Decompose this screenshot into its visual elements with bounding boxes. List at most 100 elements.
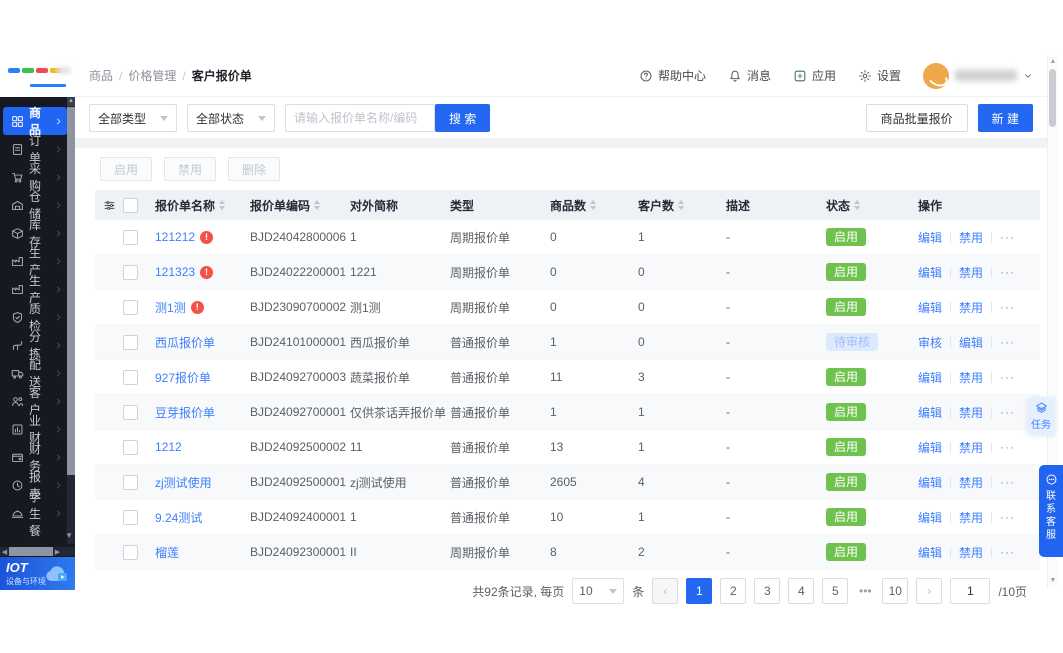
op-编辑-link[interactable]: 编辑 <box>918 299 942 316</box>
status-filter-select[interactable]: 全部状态 <box>187 104 275 132</box>
sidebar-vertical-scrollbar[interactable]: ▲ <box>67 97 75 544</box>
next-page-button[interactable]: › <box>916 578 943 604</box>
scroll-down-icon[interactable]: ▼ <box>65 531 73 540</box>
page-scrollbar-thumb[interactable] <box>1049 69 1056 127</box>
more-actions-icon[interactable]: ··· <box>1000 405 1015 419</box>
table-header-商品数[interactable]: 商品数 <box>550 197 638 214</box>
sidebar-item-生产[interactable]: 生产 <box>3 274 67 305</box>
prev-page-button[interactable]: ‹ <box>652 578 679 604</box>
row-checkbox[interactable] <box>123 474 155 490</box>
op-禁用-link[interactable]: 禁用 <box>959 404 983 421</box>
quote-name-link[interactable]: zj测试使用 <box>155 474 212 491</box>
sidebar-item-分拣[interactable]: 分拣 <box>3 330 67 361</box>
sidebar-item-采购[interactable]: 采购 <box>3 162 67 193</box>
more-actions-icon[interactable]: ··· <box>1000 475 1015 489</box>
row-checkbox[interactable] <box>123 509 155 525</box>
page-button-1[interactable]: 1 <box>686 578 713 604</box>
quote-name-link[interactable]: 1212 <box>155 440 182 454</box>
op-编辑-link[interactable]: 编辑 <box>918 404 942 421</box>
header-action-消息[interactable]: 消息 <box>728 67 771 84</box>
sort-icon[interactable] <box>219 200 226 210</box>
scroll-down-icon[interactable]: ▼ <box>1048 576 1058 586</box>
sidebar-item-商品[interactable]: 商品 <box>3 106 67 137</box>
sidebar-item-配送[interactable]: 配送 <box>3 358 67 389</box>
contact-service-floating-button[interactable]: 联系客服 <box>1039 465 1063 557</box>
table-header-报价单名称[interactable]: 报价单名称 <box>155 197 250 214</box>
sort-icon[interactable] <box>590 200 597 210</box>
op-禁用-link[interactable]: 禁用 <box>959 264 983 281</box>
scroll-left-icon[interactable]: ◀ <box>0 548 9 556</box>
bulk-删除-button[interactable]: 删除 <box>228 157 281 181</box>
more-actions-icon[interactable]: ··· <box>1000 545 1015 559</box>
more-actions-icon[interactable]: ··· <box>1000 335 1015 349</box>
type-filter-select[interactable]: 全部类型 <box>89 104 177 132</box>
more-actions-icon[interactable]: ··· <box>1000 510 1015 524</box>
quote-name-link[interactable]: 测1测 <box>155 299 186 316</box>
bulk-禁用-button[interactable]: 禁用 <box>164 157 217 181</box>
op-编辑-link[interactable]: 编辑 <box>918 229 942 246</box>
row-checkbox[interactable] <box>123 334 155 350</box>
header-action-帮助中心[interactable]: 帮助中心 <box>639 67 706 84</box>
iot-module-banner[interactable]: IOT 设备与环境 <box>0 557 75 590</box>
sort-icon[interactable] <box>678 200 685 210</box>
search-button[interactable]: 搜 索 <box>435 104 491 132</box>
avatar[interactable] <box>923 62 949 89</box>
bulk-启用-button[interactable]: 启用 <box>100 157 153 181</box>
op-禁用-link[interactable]: 禁用 <box>959 474 983 491</box>
row-checkbox[interactable] <box>123 264 155 280</box>
page-button-4[interactable]: 4 <box>788 578 815 604</box>
op-编辑-link[interactable]: 编辑 <box>918 264 942 281</box>
sidebar-item-业财[interactable]: 业财 <box>3 414 67 445</box>
table-header-客户数[interactable]: 客户数 <box>638 197 726 214</box>
quote-name-link[interactable]: 9.24测试 <box>155 509 202 526</box>
header-action-应用[interactable]: 应用 <box>793 67 836 84</box>
sidebar-item-生产[interactable]: 生产 <box>3 246 67 277</box>
sidebar-scrollbar-thumb[interactable] <box>67 107 75 475</box>
more-actions-icon[interactable]: ··· <box>1000 440 1015 454</box>
sidebar-item-仓储[interactable]: 仓储 <box>3 190 67 221</box>
sidebar-item-订单[interactable]: 订单 <box>3 134 67 165</box>
page-button-3[interactable]: 3 <box>754 578 781 604</box>
op-编辑-link[interactable]: 编辑 <box>918 439 942 456</box>
sidebar-item-财务[interactable]: 财务 <box>3 442 67 473</box>
op-禁用-link[interactable]: 禁用 <box>959 509 983 526</box>
sidebar-horizontal-scrollbar[interactable]: ◀ ▶ <box>0 547 75 556</box>
row-checkbox[interactable] <box>123 544 155 560</box>
more-actions-icon[interactable]: ··· <box>1000 230 1015 244</box>
header-action-设置[interactable]: 设置 <box>858 67 901 84</box>
page-size-select[interactable]: 10 <box>572 578 625 604</box>
op-编辑-link[interactable]: 编辑 <box>918 509 942 526</box>
sort-icon[interactable] <box>854 200 861 210</box>
quote-name-link[interactable]: 121323 <box>155 265 195 279</box>
page-jump-input[interactable] <box>950 578 991 604</box>
page-button-10[interactable]: 10 <box>882 578 909 604</box>
op-禁用-link[interactable]: 禁用 <box>959 439 983 456</box>
column-settings-icon[interactable] <box>95 199 123 212</box>
table-header-状态[interactable]: 状态 <box>826 197 918 214</box>
sidebar-item-质检[interactable]: 质检 <box>3 302 67 333</box>
op-禁用-link[interactable]: 禁用 <box>959 229 983 246</box>
quote-name-link[interactable]: 榴莲 <box>155 544 179 561</box>
sidebar-item-库存[interactable]: 库存 <box>3 218 67 249</box>
scroll-up-icon[interactable]: ▲ <box>1048 57 1058 67</box>
scroll-up-icon[interactable]: ▲ <box>67 97 75 106</box>
create-button[interactable]: 新 建 <box>977 104 1033 132</box>
quote-name-link[interactable]: 豆芽报价单 <box>155 404 215 421</box>
scroll-right-icon[interactable]: ▶ <box>53 548 62 556</box>
row-checkbox[interactable] <box>123 369 155 385</box>
more-actions-icon[interactable]: ··· <box>1000 300 1015 314</box>
chevron-down-icon[interactable] <box>1023 71 1033 81</box>
row-checkbox[interactable] <box>123 229 155 245</box>
row-checkbox[interactable] <box>123 439 155 455</box>
sidebar-item-客户[interactable]: 客户 <box>3 386 67 417</box>
page-button-5[interactable]: 5 <box>822 578 849 604</box>
op-编辑-link[interactable]: 编辑 <box>959 334 983 351</box>
page-button-2[interactable]: 2 <box>720 578 747 604</box>
sidebar-hscrollbar-thumb[interactable] <box>9 547 53 556</box>
batch-quote-button[interactable]: 商品批量报价 <box>865 104 968 132</box>
quote-name-link[interactable]: 927报价单 <box>155 369 211 386</box>
user-menu[interactable] <box>923 62 1033 89</box>
op-编辑-link[interactable]: 编辑 <box>918 544 942 561</box>
op-编辑-link[interactable]: 编辑 <box>918 474 942 491</box>
more-actions-icon[interactable]: ··· <box>1000 370 1015 384</box>
